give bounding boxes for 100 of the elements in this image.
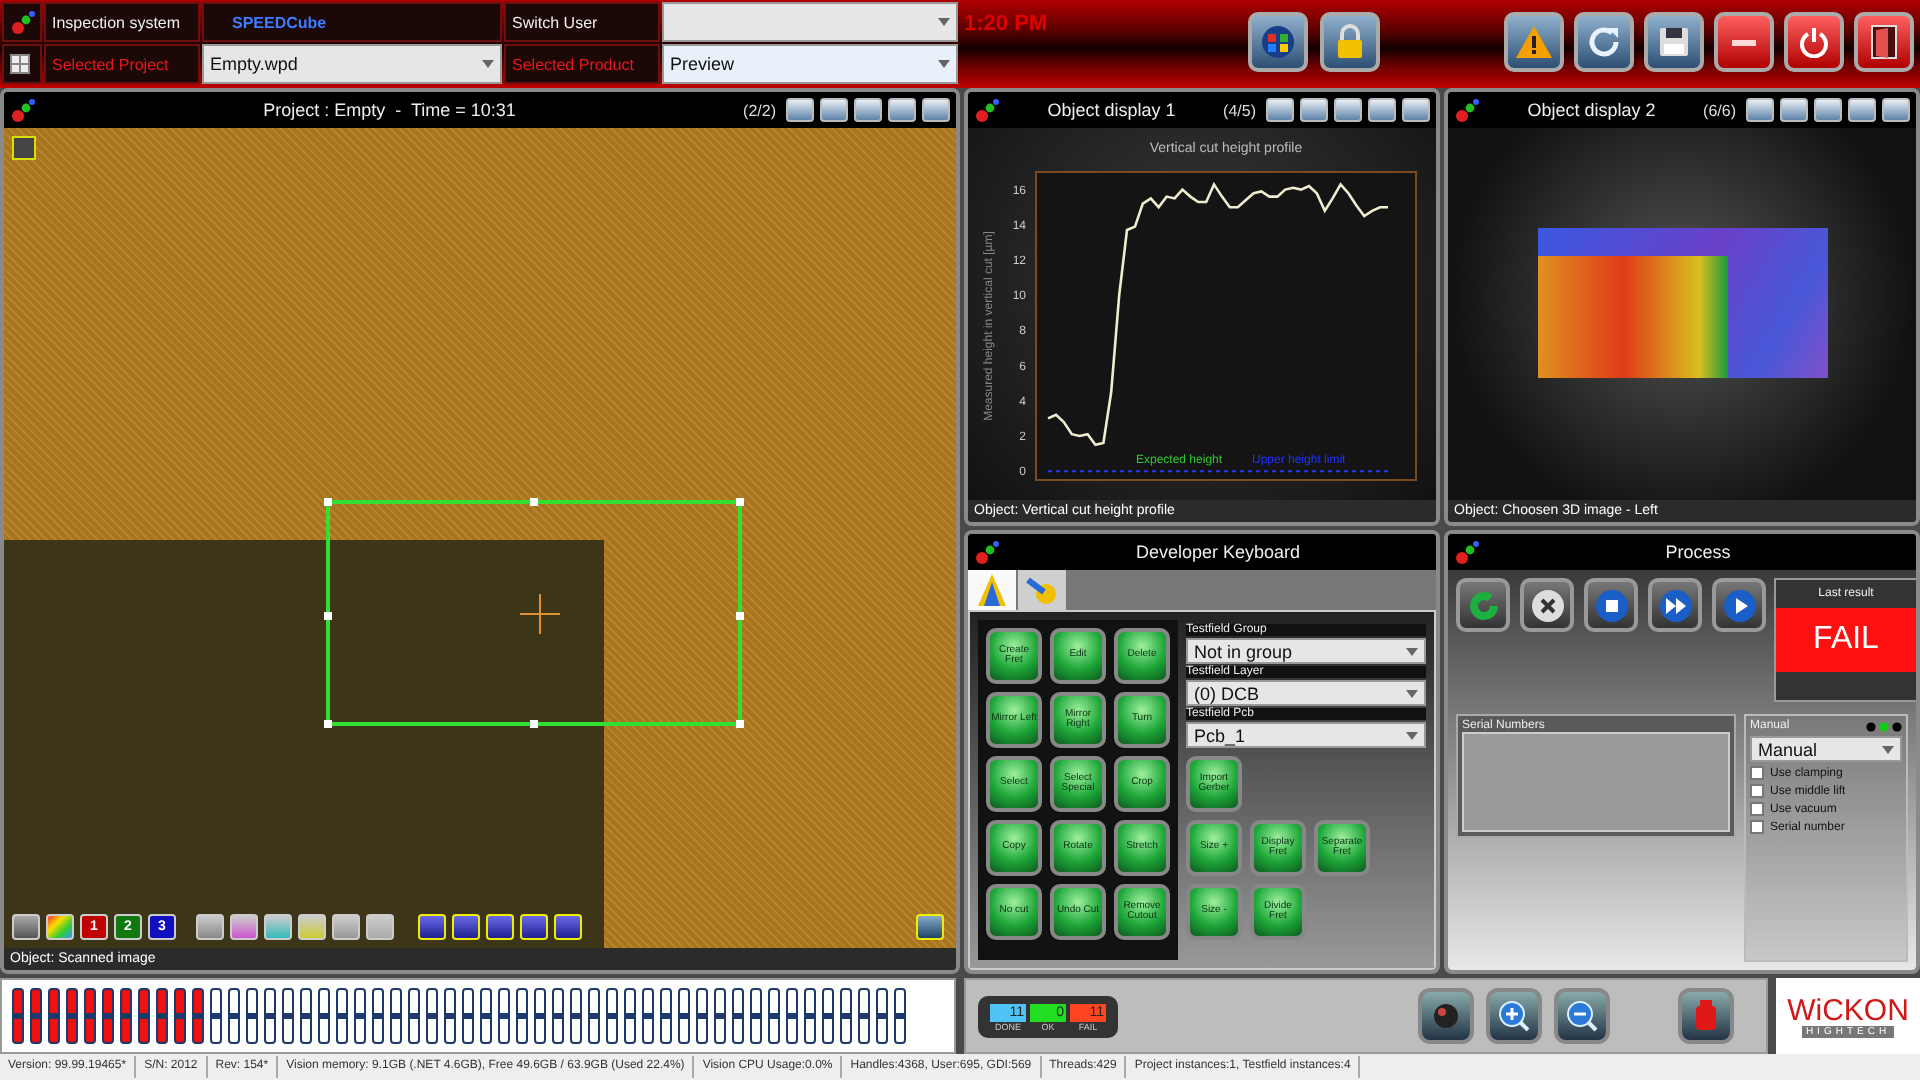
logo-dots-icon	[974, 97, 1000, 123]
checkbox[interactable]	[1750, 802, 1764, 816]
grid-icon	[10, 54, 30, 74]
close-icon	[1529, 587, 1565, 623]
exit-button[interactable]	[1854, 12, 1914, 72]
tool-button[interactable]	[12, 914, 40, 940]
page-count: (6/6)	[1703, 101, 1736, 119]
tab[interactable]	[968, 570, 1016, 610]
tools-icon	[1026, 574, 1058, 606]
logo-dots-icon	[1454, 97, 1480, 123]
caret-icon	[1406, 689, 1418, 697]
corner-button[interactable]	[12, 136, 36, 160]
caret-icon	[938, 18, 950, 26]
reload-button[interactable]	[1456, 578, 1510, 632]
crosshair-icon	[520, 594, 560, 634]
warning-button[interactable]	[1504, 12, 1564, 72]
view-button[interactable]	[854, 98, 882, 122]
refresh-button[interactable]	[1574, 12, 1634, 72]
user-dropdown[interactable]	[662, 2, 958, 42]
triangle-icon	[978, 574, 1006, 606]
cancel-button[interactable]	[1520, 578, 1574, 632]
view-button[interactable]	[1882, 98, 1910, 122]
panel-title: Developer Keyboard	[1133, 542, 1303, 562]
mode-dropdown[interactable]: Manual	[1750, 736, 1902, 762]
zoom-out-button[interactable]	[1554, 988, 1610, 1044]
page-count: (2/2)	[743, 101, 776, 119]
view-button[interactable]	[1334, 98, 1362, 122]
minimize-button[interactable]	[1714, 12, 1774, 72]
power-icon	[1798, 26, 1830, 58]
logo-dots-icon	[10, 9, 36, 35]
view-button[interactable]	[820, 98, 848, 122]
save-button[interactable]	[1644, 12, 1704, 72]
record-button[interactable]	[1418, 988, 1474, 1044]
result-status: FAIL	[1776, 608, 1916, 672]
page-count: (4/5)	[1223, 101, 1256, 119]
minus-icon	[1732, 39, 1756, 45]
field-label: Switch User	[504, 2, 660, 42]
delete-button[interactable]	[1678, 988, 1734, 1044]
play-icon	[1721, 587, 1757, 623]
view-button[interactable]	[1780, 98, 1808, 122]
panel-title: Object display 2	[1525, 100, 1658, 120]
checkbox[interactable]	[1750, 766, 1764, 780]
fast-forward-button[interactable]	[1648, 578, 1702, 632]
warning-icon	[1516, 26, 1552, 58]
view-button[interactable]	[1266, 98, 1294, 122]
checkbox[interactable]	[1750, 784, 1764, 798]
tool-button[interactable]	[554, 914, 582, 940]
field-label: Selected Project	[44, 44, 200, 84]
stop-icon	[1593, 587, 1629, 623]
play-button[interactable]	[1712, 578, 1766, 632]
lock-button[interactable]	[1320, 12, 1380, 72]
expand-button[interactable]	[916, 914, 944, 940]
view-button[interactable]	[1848, 98, 1876, 122]
view-button[interactable]	[1814, 98, 1842, 122]
tool-button[interactable]	[452, 914, 480, 940]
view-button[interactable]	[922, 98, 950, 122]
tab[interactable]	[1018, 570, 1066, 610]
checkbox[interactable]	[1750, 820, 1764, 834]
panel-title: Project : Empty - Time = 10:31	[261, 100, 518, 120]
view-button[interactable]	[1300, 98, 1328, 122]
zoom-in-icon	[1498, 1000, 1530, 1032]
logo-dots-icon	[974, 539, 1000, 565]
logo-dots-icon	[10, 97, 36, 123]
globe-icon	[1260, 24, 1296, 60]
dropdown[interactable]: Not in group	[1186, 638, 1426, 664]
caret-icon	[1882, 745, 1894, 753]
refresh-icon	[1586, 24, 1622, 60]
view-button[interactable]	[1402, 98, 1430, 122]
stop-button[interactable]	[1584, 578, 1638, 632]
save-icon	[1658, 26, 1690, 58]
tool-button[interactable]	[486, 914, 514, 940]
caret-icon	[938, 60, 950, 68]
tool-button[interactable]	[418, 914, 446, 940]
field-label: Inspection system	[44, 2, 200, 42]
fast-forward-icon	[1657, 587, 1693, 623]
project-dropdown[interactable]: Empty.wpd	[202, 44, 502, 84]
zoom-in-button[interactable]	[1486, 988, 1542, 1044]
zoom-out-icon	[1566, 1000, 1598, 1032]
logo-text: WiCKON	[1787, 995, 1909, 1025]
lock-icon	[1334, 24, 1366, 60]
view-button[interactable]	[1368, 98, 1396, 122]
caret-icon	[1406, 731, 1418, 739]
field-label: Selected Product	[504, 44, 660, 84]
disc-icon	[1432, 1002, 1460, 1030]
tool-button[interactable]	[520, 914, 548, 940]
clock-time: 1:20 PM	[964, 12, 1050, 36]
status-lights-icon	[1866, 721, 1902, 731]
panel-title: Object display 1	[1045, 100, 1178, 120]
power-button[interactable]	[1784, 12, 1844, 72]
view-button[interactable]	[786, 98, 814, 122]
product-dropdown[interactable]: Preview	[662, 44, 958, 84]
panel-title: Process	[1663, 542, 1733, 562]
door-icon	[1870, 24, 1898, 60]
globe-button[interactable]	[1248, 12, 1308, 72]
dropdown[interactable]: (0) DCB	[1186, 680, 1426, 706]
logo-dots-icon	[1454, 539, 1480, 565]
view-button[interactable]	[1746, 98, 1774, 122]
dropdown[interactable]: Pcb_1	[1186, 722, 1426, 748]
selection-rectangle[interactable]	[326, 500, 742, 726]
view-button[interactable]	[888, 98, 916, 122]
